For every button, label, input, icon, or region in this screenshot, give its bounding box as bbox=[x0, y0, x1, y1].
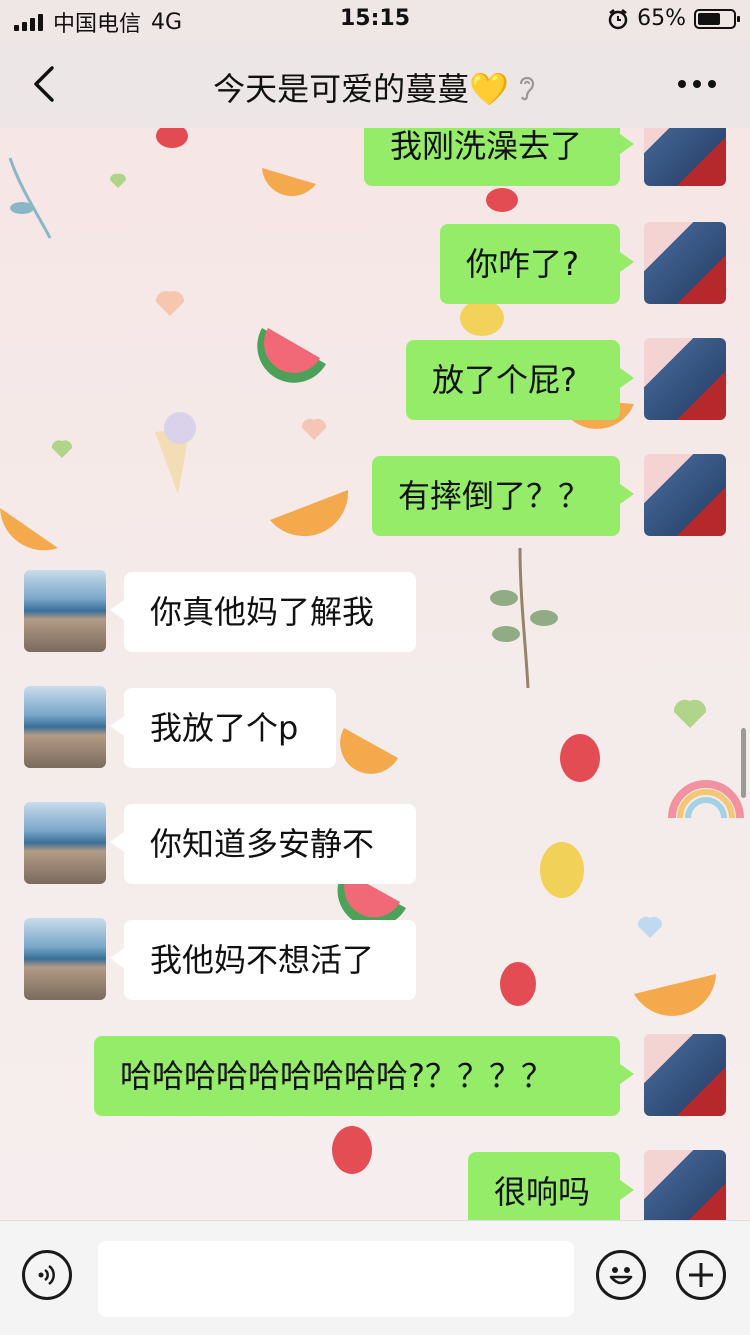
input-bar bbox=[0, 1220, 750, 1335]
friend-avatar[interactable] bbox=[24, 686, 106, 768]
emoji-button[interactable] bbox=[596, 1250, 646, 1300]
friend-message-bubble[interactable]: 我他妈不想活了 bbox=[110, 920, 416, 1000]
message-row: 很响吗 bbox=[0, 1150, 750, 1220]
friend-avatar[interactable] bbox=[24, 570, 106, 652]
chat-title: 今天是可爱的蔓蔓💛 bbox=[0, 64, 750, 110]
my-message-bubble[interactable]: 放了个屁? bbox=[406, 340, 634, 420]
friend-avatar[interactable] bbox=[24, 918, 106, 1000]
chat-title-text: 今天是可爱的蔓蔓💛 bbox=[213, 70, 509, 108]
message-row: 我刚洗澡去了 bbox=[0, 128, 750, 186]
my-message-bubble[interactable]: 很响吗 bbox=[468, 1152, 634, 1220]
battery-icon bbox=[694, 8, 740, 29]
voice-button[interactable] bbox=[22, 1250, 72, 1300]
message-input[interactable] bbox=[98, 1241, 574, 1317]
plus-button[interactable] bbox=[676, 1250, 726, 1300]
friend-message-bubble[interactable]: 我放了个p bbox=[110, 688, 336, 768]
plus-icon bbox=[689, 1263, 713, 1287]
chat-area[interactable]: 我刚洗澡去了你咋了? 放了个屁? 有摔倒了？？ 你真他妈了解我 我放了个p 你知道多安静不… bbox=[0, 128, 750, 1220]
friend-message-bubble[interactable]: 你知道多安静不 bbox=[110, 804, 416, 884]
message-row: 你知道多安静不 bbox=[0, 802, 750, 884]
my-message-bubble[interactable]: 哈哈哈哈哈哈哈哈哈?？？？？ bbox=[94, 1036, 634, 1116]
message-row: 你真他妈了解我 bbox=[0, 570, 750, 652]
my-avatar[interactable] bbox=[644, 454, 726, 536]
voice-icon bbox=[38, 1264, 55, 1286]
chat-header: 今天是可爱的蔓蔓💛 bbox=[0, 40, 750, 129]
my-avatar[interactable] bbox=[644, 338, 726, 420]
chat-scrollbar[interactable] bbox=[741, 728, 746, 798]
my-message-bubble[interactable]: 有摔倒了？？ bbox=[372, 456, 634, 536]
friend-avatar[interactable] bbox=[24, 802, 106, 884]
message-row: 我他妈不想活了 bbox=[0, 918, 750, 1000]
message-row: 我放了个p bbox=[0, 686, 750, 768]
my-message-bubble[interactable]: 你咋了? bbox=[440, 224, 634, 304]
message-row: 有摔倒了？？ bbox=[0, 454, 750, 536]
more-button[interactable] bbox=[678, 80, 716, 88]
message-row: 你咋了? bbox=[0, 222, 750, 304]
emoji-icon bbox=[609, 1267, 633, 1285]
ear-icon bbox=[519, 76, 535, 101]
message-row: 哈哈哈哈哈哈哈哈哈?？？？？ bbox=[0, 1034, 750, 1116]
alarm-icon bbox=[608, 8, 628, 29]
friend-message-bubble[interactable]: 你真他妈了解我 bbox=[110, 572, 416, 652]
my-message-bubble[interactable]: 我刚洗澡去了 bbox=[364, 128, 634, 186]
my-avatar[interactable] bbox=[644, 222, 726, 304]
battery-percent: 65% bbox=[637, 6, 686, 31]
my-avatar[interactable] bbox=[644, 1034, 726, 1116]
status-bar: 中国电信 4G 15:15 65% bbox=[0, 0, 750, 40]
more-dots-icon bbox=[678, 80, 686, 88]
my-avatar[interactable] bbox=[644, 1150, 726, 1220]
message-row: 放了个屁? bbox=[0, 338, 750, 420]
my-avatar[interactable] bbox=[644, 128, 726, 186]
